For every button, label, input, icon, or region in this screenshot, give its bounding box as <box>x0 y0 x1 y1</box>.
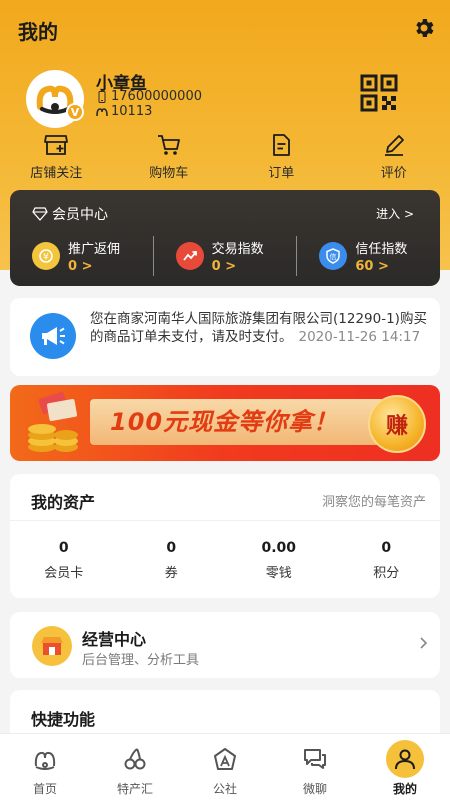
svg-text:信: 信 <box>330 252 337 261</box>
page-title: 我的 <box>18 20 58 44</box>
gear-icon[interactable] <box>412 16 436 40</box>
vip-title: 会员中心 <box>32 204 108 224</box>
asset-label: 券 <box>164 566 178 581</box>
coin-icon: ¥ <box>32 242 60 270</box>
quick-action-cart[interactable]: 购物车 <box>113 130 226 186</box>
user-id: 10113 <box>111 104 153 119</box>
trust-shield-icon: 信 <box>319 242 348 270</box>
tab-icon <box>26 740 64 778</box>
tab-specialty[interactable]: 特产汇 <box>90 734 180 800</box>
vip-stat-trade-index[interactable]: 交易指数 0 > <box>152 236 297 276</box>
cherry-icon <box>124 748 146 770</box>
quick-action-label: 购物车 <box>149 166 189 181</box>
banner-text: 100元现金等你拿！ <box>110 408 339 436</box>
vip-title-text: 会员中心 <box>52 207 108 223</box>
asset-coupon[interactable]: 0 券 <box>118 540 226 581</box>
tab-label: 微聊 <box>302 782 327 796</box>
vip-enter-link[interactable]: 进入 > <box>376 205 414 222</box>
tab-icon <box>386 740 424 778</box>
cart-icon <box>157 135 180 155</box>
tab-icon <box>206 740 244 778</box>
bottom-tab-bar: 首页 特产汇 公社 微聊 我的 <box>0 733 450 800</box>
shop-icon <box>32 626 72 666</box>
asset-change[interactable]: 0.00 零钱 <box>225 540 333 581</box>
diamond-icon <box>32 207 48 221</box>
commune-icon <box>214 748 236 770</box>
qr-code-icon[interactable] <box>360 74 398 112</box>
order-icon <box>273 134 291 156</box>
asset-member-card[interactable]: 0 会员卡 <box>10 540 118 581</box>
vip-stat-label: 推广返佣 <box>68 242 121 257</box>
vip-center-card[interactable]: 会员中心 进入 > ¥ 推广返佣 0 > 交易指数 0 > 信 信任指数 60 … <box>10 190 440 286</box>
shortcuts-title: 快捷功能 <box>31 710 96 729</box>
user-phone-row: 17600000000 <box>96 89 202 104</box>
business-center-card[interactable]: 经营中心 后台管理、分析工具 <box>10 612 440 678</box>
asset-label: 零钱 <box>265 566 292 581</box>
vip-stat-label: 交易指数 <box>211 242 264 257</box>
vip-stat-commission[interactable]: ¥ 推广返佣 0 > <box>10 236 153 276</box>
user-icon <box>395 749 415 770</box>
vip-stat-value: 0 > <box>68 259 93 274</box>
asset-label: 会员卡 <box>44 566 84 581</box>
vip-stat-label: 信任指数 <box>355 242 408 257</box>
vip-stat-value: 60 > <box>355 259 389 274</box>
quick-action-label: 店铺关注 <box>30 166 83 181</box>
home-octopus-icon <box>34 751 56 770</box>
tab-label: 公社 <box>212 782 237 796</box>
quick-action-label: 评价 <box>380 166 407 181</box>
earn-button[interactable]: 赚 <box>368 395 426 453</box>
quick-action-review[interactable]: 评价 <box>338 130 450 186</box>
vip-stat-value: 0 > <box>211 259 237 274</box>
tab-label: 首页 <box>32 782 57 796</box>
business-subtitle: 后台管理、分析工具 <box>82 653 200 668</box>
quick-action-orders[interactable]: 订单 <box>225 130 338 186</box>
quick-action-store-follow[interactable]: 店铺关注 <box>0 130 113 186</box>
tab-label: 特产汇 <box>116 782 153 796</box>
store-icon <box>44 135 69 155</box>
notice-time: 2020-11-26 14:17 <box>298 329 421 345</box>
quick-actions: 店铺关注 购物车 订单 评价 <box>0 130 450 186</box>
chevron-right-icon <box>420 637 428 649</box>
asset-value: 0 <box>381 540 392 556</box>
notice-text: 您在商家河南华人国际旅游集团有限公司(12290-1)购买的商品订单未支付，请及… <box>90 310 430 346</box>
assets-title: 我的资产 <box>31 493 96 512</box>
asset-value: 0.00 <box>261 540 297 556</box>
tab-icon <box>296 740 334 778</box>
cash-reward-banner[interactable]: 100元现金等你拿！ 赚 <box>10 385 440 461</box>
assets-card: 我的资产 洞察您的每笔资产 0 会员卡 0 券 0.00 零钱 0 积分 <box>10 474 440 598</box>
business-title: 经营中心 <box>82 630 147 649</box>
megaphone-icon <box>30 313 76 359</box>
vip-stats: ¥ 推广返佣 0 > 交易指数 0 > 信 信任指数 60 > <box>10 236 440 276</box>
octopus-small-icon <box>96 107 108 116</box>
tab-label: 我的 <box>392 782 417 796</box>
notice-card[interactable]: 您在商家河南华人国际旅游集团有限公司(12290-1)购买的商品订单未支付，请及… <box>10 298 440 376</box>
asset-value: 0 <box>58 540 69 556</box>
tab-chat[interactable]: 微聊 <box>270 734 360 800</box>
asset-label: 积分 <box>373 566 400 581</box>
asset-value: 0 <box>166 540 177 556</box>
vip-badge: V <box>66 103 84 121</box>
tab-mine[interactable]: 我的 <box>360 734 450 800</box>
assets-subtitle[interactable]: 洞察您的每笔资产 <box>322 491 426 510</box>
user-phone: 17600000000 <box>111 89 202 104</box>
user-id-row: 10113 <box>96 104 152 119</box>
vip-stat-trust-index[interactable]: 信 信任指数 60 > <box>296 236 440 276</box>
svg-text:¥: ¥ <box>43 253 49 263</box>
asset-points[interactable]: 0 积分 <box>333 540 441 581</box>
assets-row: 0 会员卡 0 券 0.00 零钱 0 积分 <box>10 540 440 581</box>
quick-action-label: 订单 <box>268 166 295 181</box>
chat-icon <box>304 749 326 769</box>
tab-home[interactable]: 首页 <box>0 734 90 800</box>
tab-commune[interactable]: 公社 <box>180 734 270 800</box>
trend-up-icon <box>175 242 204 270</box>
review-icon <box>384 135 404 156</box>
tab-icon <box>116 740 154 778</box>
phone-icon <box>98 90 106 103</box>
coins-gift-icon <box>28 391 78 452</box>
divider <box>10 520 440 521</box>
